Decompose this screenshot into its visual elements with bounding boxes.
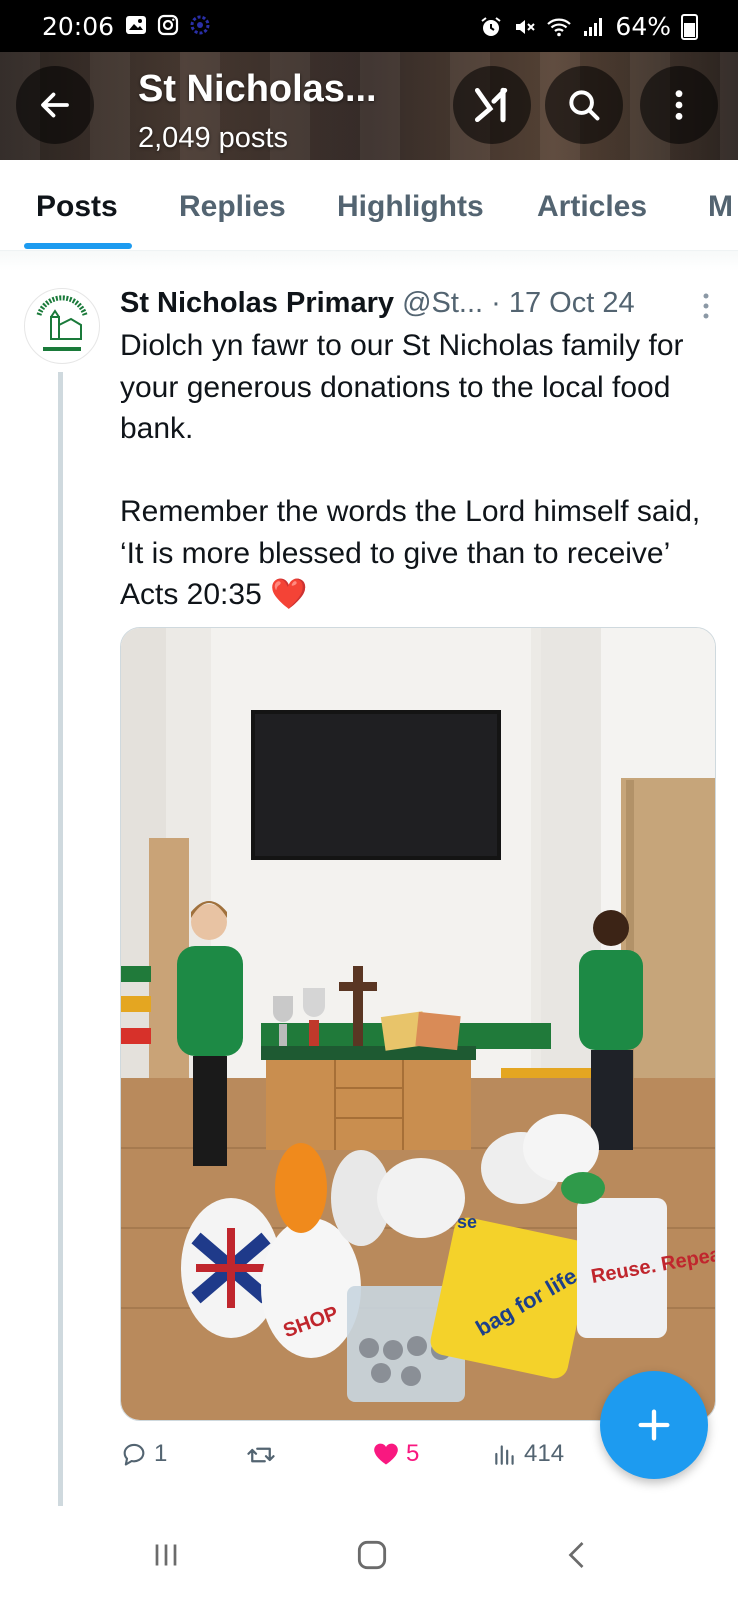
tab-media[interactable]: M	[708, 190, 733, 224]
repost-icon	[247, 1447, 275, 1463]
repost-button[interactable]	[246, 1440, 282, 1470]
post-text-paragraph: Remember the words the Lord himself said…	[120, 495, 701, 611]
divider	[0, 251, 738, 271]
more-options-button[interactable]	[640, 66, 718, 144]
grok-button[interactable]	[453, 66, 531, 144]
post-date[interactable]: · 17 Oct 24	[491, 287, 634, 319]
thread-line	[58, 372, 63, 1506]
more-vertical-icon	[675, 90, 683, 120]
like-button[interactable]: 5	[372, 1440, 419, 1468]
like-count: 5	[406, 1440, 420, 1467]
school-logo-icon	[36, 295, 88, 351]
chevron-left-icon	[568, 1542, 584, 1568]
post-text: Diolch yn fawr to our St Nicholas family…	[120, 325, 720, 616]
gallery-icon	[126, 16, 146, 34]
bag-se-label: se	[457, 1212, 477, 1232]
battery-percent: 64%	[615, 12, 671, 41]
tab-replies[interactable]: Replies	[179, 190, 286, 224]
status-time: 20:06	[42, 12, 115, 41]
system-nav-bar	[0, 1510, 738, 1600]
author-name[interactable]: St Nicholas Primary	[120, 287, 394, 319]
post-text-paragraph: Diolch yn fawr to our St Nicholas family…	[120, 329, 684, 445]
alarm-icon	[481, 16, 502, 36]
reply-icon	[123, 1443, 145, 1466]
back-nav-button[interactable]	[548, 1532, 608, 1578]
arrow-left-icon	[41, 92, 69, 118]
mute-icon	[516, 19, 536, 34]
search-button[interactable]	[545, 66, 623, 144]
status-bar: 20:06 64%	[0, 0, 738, 52]
page-title: St Nicholas...	[138, 68, 377, 110]
post-photo[interactable]: SHOP bag for life Reuse. Repeat se	[120, 627, 716, 1421]
search-icon	[569, 90, 600, 121]
home-icon	[357, 1540, 387, 1570]
views-button[interactable]: 414	[492, 1440, 564, 1468]
profile-header: St Nicholas... 2,049 posts	[0, 52, 738, 160]
post-count: 2,049 posts	[138, 122, 288, 154]
views-chart-icon	[495, 1445, 514, 1465]
compose-post-button[interactable]	[600, 1371, 708, 1479]
post-more-button[interactable]	[695, 292, 717, 327]
heart-filled-icon	[374, 1443, 398, 1465]
home-button[interactable]	[342, 1532, 402, 1578]
battery-icon	[681, 13, 698, 40]
reply-count: 1	[154, 1440, 168, 1467]
more-vertical-icon	[703, 293, 709, 319]
signal-icon	[584, 17, 603, 36]
recent-apps-icon	[155, 1544, 177, 1566]
xai-icon	[474, 87, 508, 123]
author-handle[interactable]: @St...	[402, 287, 483, 319]
app-icon	[190, 15, 210, 35]
active-tab-indicator	[24, 243, 132, 249]
photo-scene: SHOP bag for life Reuse. Repeat se	[121, 628, 715, 1420]
status-icons-right: 64%	[479, 12, 698, 41]
profile-tabs: Posts Replies Highlights Articles M	[0, 160, 738, 251]
plus-icon	[638, 1409, 670, 1441]
tab-highlights[interactable]: Highlights	[337, 190, 484, 224]
tab-posts[interactable]: Posts	[36, 190, 118, 224]
views-count: 414	[524, 1440, 565, 1467]
tab-articles[interactable]: Articles	[537, 190, 647, 224]
status-icons-left	[124, 13, 212, 37]
recent-apps-button[interactable]	[136, 1532, 196, 1578]
reply-button[interactable]: 1	[120, 1440, 167, 1468]
back-button[interactable]	[16, 66, 94, 144]
post-header: St Nicholas Primary @St... · 17 Oct 24	[120, 287, 635, 320]
instagram-icon	[157, 14, 179, 36]
avatar[interactable]	[24, 288, 100, 364]
wifi-icon	[547, 18, 572, 36]
